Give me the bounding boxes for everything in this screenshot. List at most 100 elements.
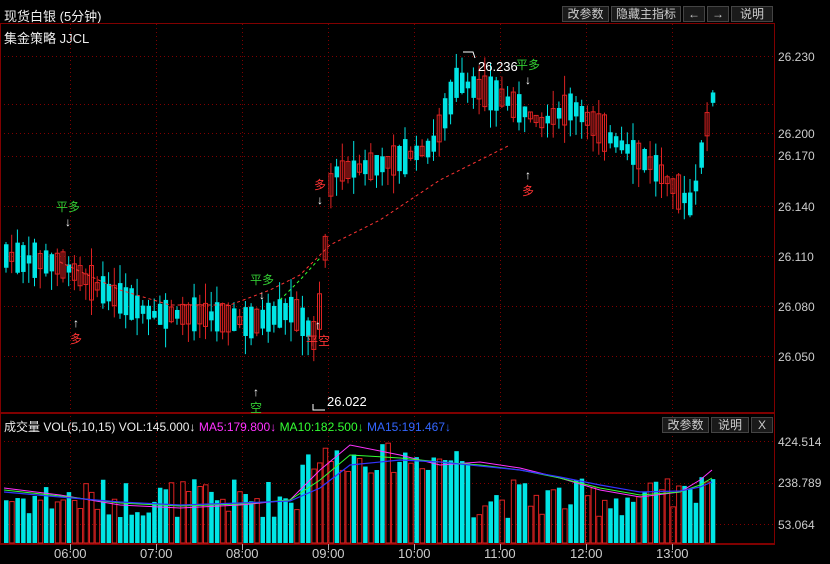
- volume-bar: [94, 508, 101, 544]
- candle: [374, 154, 379, 188]
- price-tick: 26.080: [778, 300, 815, 314]
- volume-bar: [613, 498, 619, 543]
- signal-close-long-2: 平多 ↓: [250, 273, 275, 302]
- volume-bar: [602, 499, 608, 544]
- volume-bar: [436, 458, 443, 544]
- candle: [414, 135, 419, 171]
- candle: [129, 284, 134, 321]
- candle: [89, 248, 94, 315]
- candle-body: [380, 156, 385, 173]
- candle: [590, 105, 596, 152]
- candle: [494, 76, 499, 127]
- low-marker: [312, 404, 325, 411]
- candle: [77, 256, 83, 292]
- candle: [185, 302, 191, 342]
- candle-body: [488, 76, 493, 111]
- candle-body: [699, 142, 704, 168]
- candle: [574, 96, 579, 135]
- candle-body: [283, 303, 288, 321]
- candle-body: [403, 139, 408, 175]
- volume-bar: [625, 497, 630, 543]
- candle: [584, 105, 590, 140]
- candle: [9, 234, 15, 274]
- volume-bar: [289, 502, 294, 543]
- candle: [653, 143, 659, 197]
- volume-bar: [157, 487, 163, 543]
- candle-body: [374, 155, 379, 176]
- candle-body: [277, 299, 283, 328]
- candle: [254, 307, 260, 337]
- candle: [135, 278, 140, 336]
- candle: [619, 126, 625, 154]
- volume-bar: [676, 485, 682, 544]
- volume-bar: [249, 501, 254, 543]
- candle-body: [574, 102, 579, 117]
- volume-bar: [49, 508, 55, 543]
- volume-bar: [192, 479, 197, 543]
- candle: [111, 267, 117, 318]
- price-tick: 26.170: [778, 149, 815, 163]
- candle: [579, 99, 585, 139]
- volume-bar: [494, 495, 499, 543]
- candle: [688, 179, 693, 218]
- volume-bar: [283, 498, 288, 543]
- candle-body: [465, 81, 471, 89]
- candle-body: [26, 255, 32, 264]
- volume-bar: [123, 483, 129, 543]
- candle: [517, 81, 522, 131]
- volume-bar: [596, 515, 602, 544]
- vol-ma5-line: [3, 444, 713, 509]
- volume-bar: [403, 452, 408, 543]
- volume-bar: [670, 506, 676, 544]
- vol-value: VOL:145.000↓: [118, 420, 196, 434]
- volume-bar: [83, 483, 89, 544]
- candle-body: [15, 242, 20, 273]
- candle-body: [625, 144, 630, 154]
- price-chart[interactable]: [0, 0, 830, 564]
- candle: [568, 87, 573, 137]
- candle-body: [517, 94, 522, 123]
- candle: [419, 139, 425, 158]
- candle-body: [688, 192, 693, 216]
- candle: [271, 301, 277, 333]
- candle-body: [425, 140, 431, 158]
- candle-body: [556, 107, 562, 119]
- candle: [391, 134, 397, 194]
- price-tick: 26.050: [778, 350, 815, 364]
- candle: [43, 243, 49, 277]
- candle: [328, 163, 334, 209]
- candle: [636, 140, 642, 188]
- volume-bar: [664, 478, 671, 544]
- candle: [562, 75, 568, 143]
- volume-bar: [568, 504, 573, 543]
- volume-bar: [374, 470, 379, 543]
- candle: [510, 87, 516, 123]
- volume-bar: [356, 458, 363, 544]
- candle: [4, 241, 9, 273]
- volume-bar: [505, 517, 511, 543]
- volume-bar: [488, 501, 493, 543]
- volume-bar: [619, 515, 625, 543]
- candle-body: [175, 309, 180, 319]
- vol-close-button[interactable]: X: [751, 417, 773, 433]
- candle-body: [693, 180, 699, 192]
- candle-body: [300, 307, 305, 337]
- candle-body: [152, 310, 157, 318]
- volume-bar: [471, 517, 476, 543]
- vol-help-button[interactable]: 说明: [711, 417, 749, 433]
- volume-bar: [277, 496, 283, 543]
- volume-bar: [584, 495, 591, 544]
- volume-bar: [26, 513, 32, 543]
- volume-bar: [71, 499, 78, 544]
- candle: [471, 67, 476, 109]
- volume-title: 成交量: [4, 420, 41, 434]
- vol-edit-params-button[interactable]: 改参数: [662, 417, 709, 433]
- candle: [460, 57, 465, 95]
- candle: [385, 156, 391, 186]
- ma5-value: MA5:179.800↓: [198, 420, 277, 434]
- volume-bar: [590, 487, 597, 544]
- high-annotation: 26.236: [478, 59, 518, 74]
- price-frame: [0, 23, 775, 413]
- candle: [26, 236, 32, 283]
- candle-body: [682, 192, 687, 204]
